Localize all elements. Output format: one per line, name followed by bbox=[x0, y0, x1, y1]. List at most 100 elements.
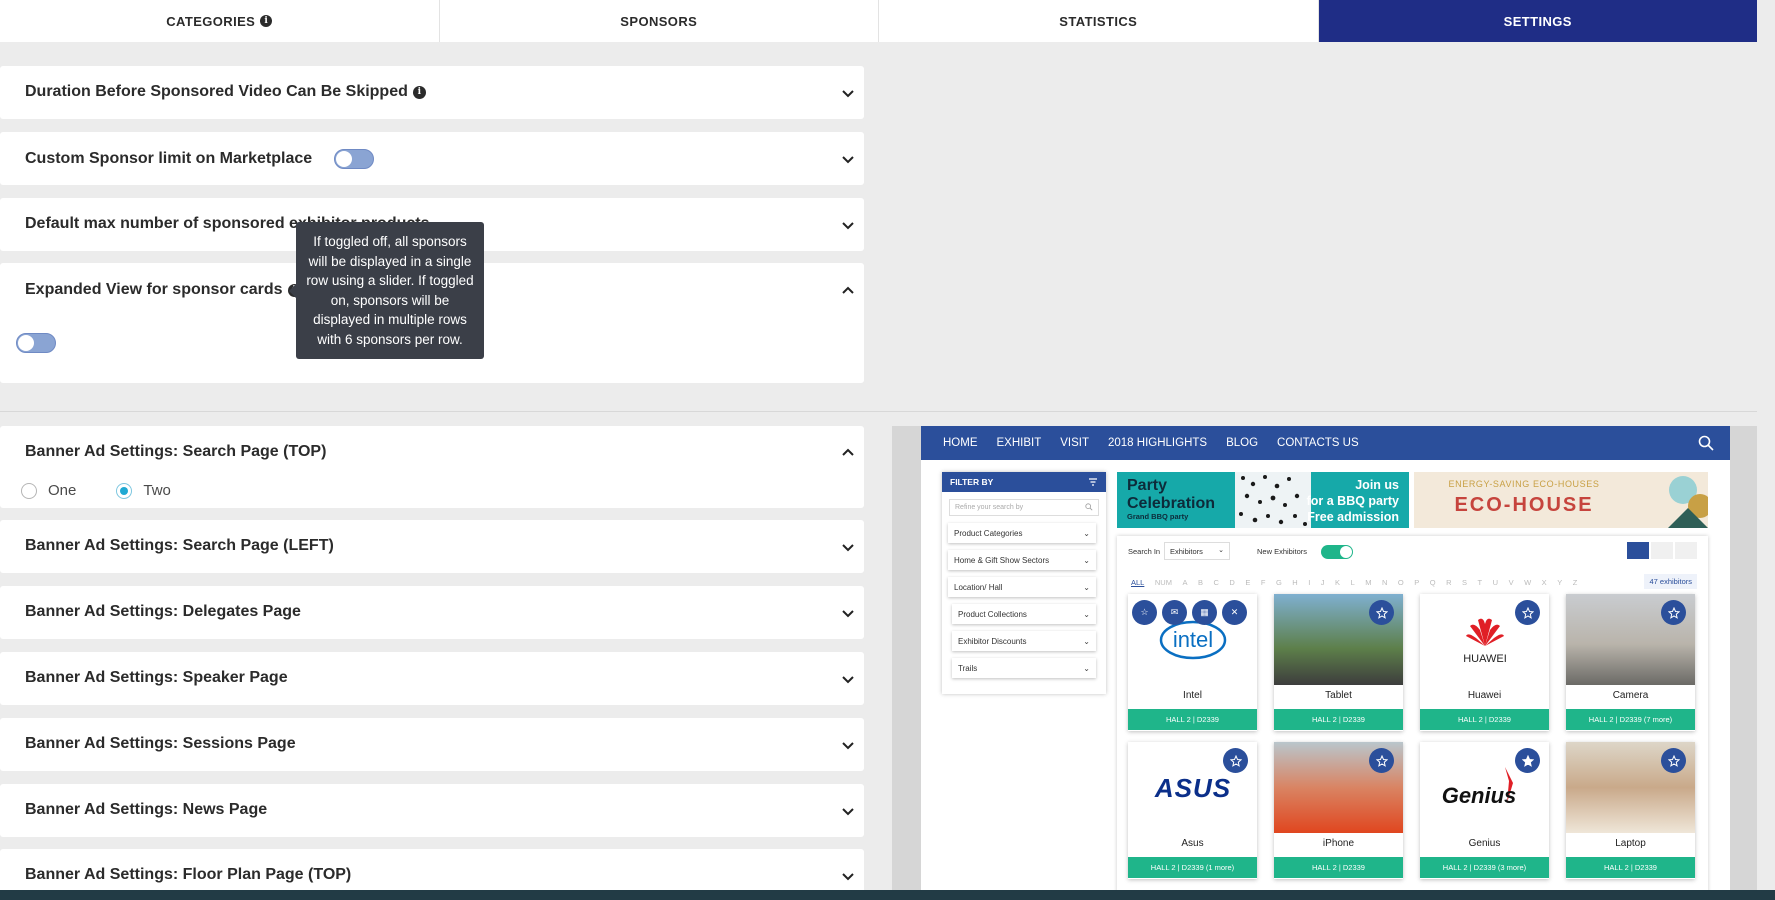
product-card[interactable]: intel ☆ ✉ ▦ ✕ Intel HALL 2 | D2339 bbox=[1128, 594, 1257, 731]
product-card[interactable]: ASUS Asus HALL 2 | D2339 (1 more) bbox=[1128, 742, 1257, 879]
radio-two[interactable] bbox=[116, 482, 133, 499]
product-card[interactable]: HUAWEI Huawei HALL 2 | D2339 bbox=[1420, 594, 1549, 731]
product-hall: HALL 2 | D2339 bbox=[1128, 709, 1257, 730]
alphabet-letter[interactable]: O bbox=[1398, 578, 1404, 587]
tab-statistics[interactable]: STATISTICS bbox=[879, 0, 1319, 42]
alphabet-letter[interactable]: P bbox=[1414, 578, 1419, 587]
alphabet-letter[interactable]: X bbox=[1542, 578, 1547, 587]
alphabet-letter[interactable]: K bbox=[1335, 578, 1340, 587]
filter-item[interactable]: Home & Gift Show Sectors ⌄ bbox=[948, 550, 1096, 570]
chevron-down-icon[interactable] bbox=[842, 540, 854, 552]
chevron-down-icon[interactable] bbox=[842, 672, 854, 684]
filter-item[interactable]: Trails ⌄ bbox=[952, 658, 1096, 678]
expanded-view-toggle[interactable] bbox=[16, 333, 56, 353]
chevron-down-icon[interactable] bbox=[842, 869, 854, 881]
alphabet-letter[interactable]: G bbox=[1276, 578, 1282, 587]
banner-ad-ecohouse[interactable]: ENERGY-SAVING ECO-HOUSES ECO-HOUSE bbox=[1414, 472, 1708, 528]
new-exhibitors-toggle[interactable] bbox=[1321, 545, 1353, 559]
chevron-down-icon[interactable] bbox=[842, 152, 854, 164]
preview-nav-item[interactable]: VISIT bbox=[1060, 437, 1089, 449]
star-icon[interactable] bbox=[1661, 600, 1686, 625]
alphabet-letter[interactable]: Q bbox=[1430, 578, 1436, 587]
star-icon[interactable]: ☆ bbox=[1132, 600, 1157, 625]
banner-setting-search-left[interactable]: Banner Ad Settings: Search Page (LEFT) bbox=[0, 520, 864, 573]
alphabet-letter[interactable]: Z bbox=[1573, 578, 1578, 587]
alphabet-letter[interactable]: A bbox=[1182, 578, 1187, 587]
alphabet-letter[interactable]: Y bbox=[1557, 578, 1562, 587]
setting-title-wrap: Banner Ad Settings: Delegates Page bbox=[25, 603, 301, 621]
filter-item[interactable]: Product Categories ⌄ bbox=[948, 523, 1096, 543]
product-card[interactable]: Genius Genius HALL 2 | D2339 (3 more) bbox=[1420, 742, 1549, 879]
alphabet-letter[interactable]: J bbox=[1321, 578, 1325, 587]
alphabet-letter[interactable]: L bbox=[1351, 578, 1355, 587]
preview-nav-item[interactable]: EXHIBIT bbox=[997, 437, 1042, 449]
filter-item[interactable]: Exhibitor Discounts ⌄ bbox=[952, 631, 1096, 651]
product-card[interactable]: Tablet HALL 2 | D2339 bbox=[1274, 594, 1403, 731]
star-icon[interactable] bbox=[1515, 600, 1540, 625]
mail-icon[interactable]: ✉ bbox=[1162, 600, 1187, 625]
alphabet-letter[interactable]: H bbox=[1292, 578, 1297, 587]
info-icon[interactable]: i bbox=[412, 85, 426, 99]
tab-settings[interactable]: SETTINGS bbox=[1318, 0, 1757, 42]
chevron-down-icon: ⌄ bbox=[1083, 663, 1090, 673]
alphabet-letter[interactable]: D bbox=[1229, 578, 1234, 587]
tab-sponsors[interactable]: SPONSORS bbox=[440, 0, 879, 42]
banner-setting-delegates[interactable]: Banner Ad Settings: Delegates Page bbox=[0, 586, 864, 639]
chevron-up-icon[interactable] bbox=[842, 446, 854, 458]
chevron-up-icon[interactable] bbox=[842, 284, 854, 296]
star-icon[interactable] bbox=[1369, 600, 1394, 625]
alphabet-letter[interactable]: B bbox=[1198, 578, 1203, 587]
calendar-icon[interactable]: ▦ bbox=[1192, 600, 1217, 625]
setting-skip-duration[interactable]: Duration Before Sponsored Video Can Be S… bbox=[0, 66, 864, 119]
info-icon[interactable]: i bbox=[260, 15, 273, 27]
chevron-down-icon[interactable] bbox=[842, 218, 854, 230]
preview-nav-item[interactable]: CONTACTS US bbox=[1277, 437, 1359, 449]
banner-ad-party[interactable]: Party Celebration Grand BBQ party Join us… bbox=[1117, 472, 1409, 528]
product-card[interactable]: Camera HALL 2 | D2339 (7 more) bbox=[1566, 594, 1695, 731]
radio-one[interactable] bbox=[21, 482, 37, 499]
star-icon[interactable] bbox=[1223, 748, 1248, 773]
tile-view-icon[interactable] bbox=[1651, 542, 1673, 559]
preview-nav-item[interactable]: HOME bbox=[943, 437, 978, 449]
filter-item[interactable]: Location/ Hall ⌄ bbox=[948, 577, 1096, 597]
chevron-down-icon[interactable] bbox=[842, 804, 854, 816]
setting-custom-sponsor-limit[interactable]: Custom Sponsor limit on Marketplace bbox=[0, 132, 864, 185]
alphabet-letter[interactable]: C bbox=[1213, 578, 1218, 587]
alphabet-letter[interactable]: R bbox=[1446, 578, 1451, 587]
banner-setting-sessions[interactable]: Banner Ad Settings: Sessions Page bbox=[0, 718, 864, 771]
star-icon[interactable] bbox=[1661, 748, 1686, 773]
alphabet-letter[interactable]: V bbox=[1509, 578, 1514, 587]
close-icon[interactable]: ✕ bbox=[1222, 600, 1247, 625]
alphabet-letter[interactable]: T bbox=[1478, 578, 1483, 587]
product-name: Camera bbox=[1612, 690, 1649, 701]
search-in-select[interactable]: Exhibitors ⌄ bbox=[1164, 542, 1230, 560]
alphabet-letter[interactable]: S bbox=[1462, 578, 1467, 587]
alphabet-letter[interactable]: F bbox=[1261, 578, 1266, 587]
chevron-down-icon[interactable] bbox=[842, 86, 854, 98]
chevron-down-icon[interactable] bbox=[842, 738, 854, 750]
star-icon[interactable] bbox=[1369, 748, 1394, 773]
list-view-icon[interactable] bbox=[1675, 542, 1697, 559]
alphabet-letter[interactable]: NUM bbox=[1155, 578, 1172, 587]
banner-setting-news[interactable]: Banner Ad Settings: News Page bbox=[0, 784, 864, 837]
alphabet-letter[interactable]: W bbox=[1524, 578, 1531, 587]
alphabet-letter[interactable]: M bbox=[1365, 578, 1371, 587]
grid-view-icon[interactable] bbox=[1627, 542, 1649, 559]
product-card[interactable]: Laptop HALL 2 | D2339 bbox=[1566, 742, 1695, 879]
tab-categories[interactable]: CATEGORIES i bbox=[0, 0, 440, 42]
search-icon[interactable] bbox=[1698, 435, 1714, 451]
preview-nav-item[interactable]: 2018 HIGHLIGHTS bbox=[1108, 437, 1207, 449]
alphabet-letter[interactable]: N bbox=[1382, 578, 1387, 587]
chevron-down-icon[interactable] bbox=[842, 606, 854, 618]
preview-nav-item[interactable]: BLOG bbox=[1226, 437, 1258, 449]
alphabet-letter[interactable]: ALL bbox=[1131, 578, 1144, 587]
product-card[interactable]: iPhone HALL 2 | D2339 bbox=[1274, 742, 1403, 879]
filter-item[interactable]: Product Collections ⌄ bbox=[952, 604, 1096, 624]
alphabet-letter[interactable]: U bbox=[1493, 578, 1498, 587]
alphabet-letter[interactable]: I bbox=[1308, 578, 1310, 587]
alphabet-letter[interactable]: E bbox=[1245, 578, 1250, 587]
star-icon[interactable] bbox=[1515, 748, 1540, 773]
custom-limit-toggle[interactable] bbox=[334, 149, 375, 169]
filter-search-input[interactable]: Refine your search by bbox=[949, 499, 1099, 516]
banner-setting-speaker[interactable]: Banner Ad Settings: Speaker Page bbox=[0, 652, 864, 705]
